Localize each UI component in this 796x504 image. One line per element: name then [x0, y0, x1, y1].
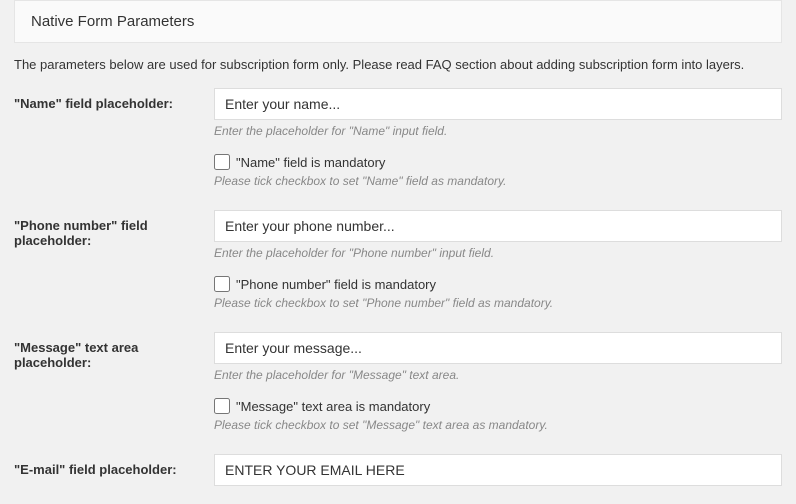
message-placeholder-hint: Enter the placeholder for "Message" text…	[214, 368, 782, 382]
name-placeholder-label: "Name" field placeholder:	[14, 88, 214, 111]
name-placeholder-row: "Name" field placeholder: Enter the plac…	[0, 88, 796, 146]
panel-title: Native Form Parameters	[31, 13, 765, 30]
name-mandatory-hint: Please tick checkbox to set "Name" field…	[214, 174, 782, 188]
name-mandatory-row: "Name" field is mandatory Please tick ch…	[0, 154, 796, 196]
panel-header: Native Form Parameters	[14, 0, 782, 43]
phone-mandatory-checkbox[interactable]	[214, 276, 230, 292]
name-placeholder-hint: Enter the placeholder for "Name" input f…	[214, 124, 782, 138]
email-placeholder-label: "E-mail" field placeholder:	[14, 454, 214, 477]
name-placeholder-input[interactable]	[214, 88, 782, 120]
phone-placeholder-hint: Enter the placeholder for "Phone number"…	[214, 246, 782, 260]
message-placeholder-input[interactable]	[214, 332, 782, 364]
name-mandatory-label: "Name" field is mandatory	[236, 155, 385, 170]
message-placeholder-label: "Message" text area placeholder:	[14, 332, 214, 370]
email-placeholder-row: "E-mail" field placeholder:	[0, 454, 796, 494]
panel-description: The parameters below are used for subscr…	[0, 57, 796, 88]
phone-mandatory-hint: Please tick checkbox to set "Phone numbe…	[214, 296, 782, 310]
message-mandatory-label: "Message" text area is mandatory	[236, 399, 430, 414]
message-mandatory-row: "Message" text area is mandatory Please …	[0, 398, 796, 440]
email-placeholder-input[interactable]	[214, 454, 782, 486]
message-mandatory-checkbox[interactable]	[214, 398, 230, 414]
phone-mandatory-row: "Phone number" field is mandatory Please…	[0, 276, 796, 318]
phone-mandatory-label: "Phone number" field is mandatory	[236, 277, 436, 292]
message-mandatory-hint: Please tick checkbox to set "Message" te…	[214, 418, 782, 432]
message-placeholder-row: "Message" text area placeholder: Enter t…	[0, 332, 796, 390]
phone-placeholder-row: "Phone number" field placeholder: Enter …	[0, 210, 796, 268]
phone-placeholder-input[interactable]	[214, 210, 782, 242]
phone-placeholder-label: "Phone number" field placeholder:	[14, 210, 214, 248]
name-mandatory-checkbox[interactable]	[214, 154, 230, 170]
